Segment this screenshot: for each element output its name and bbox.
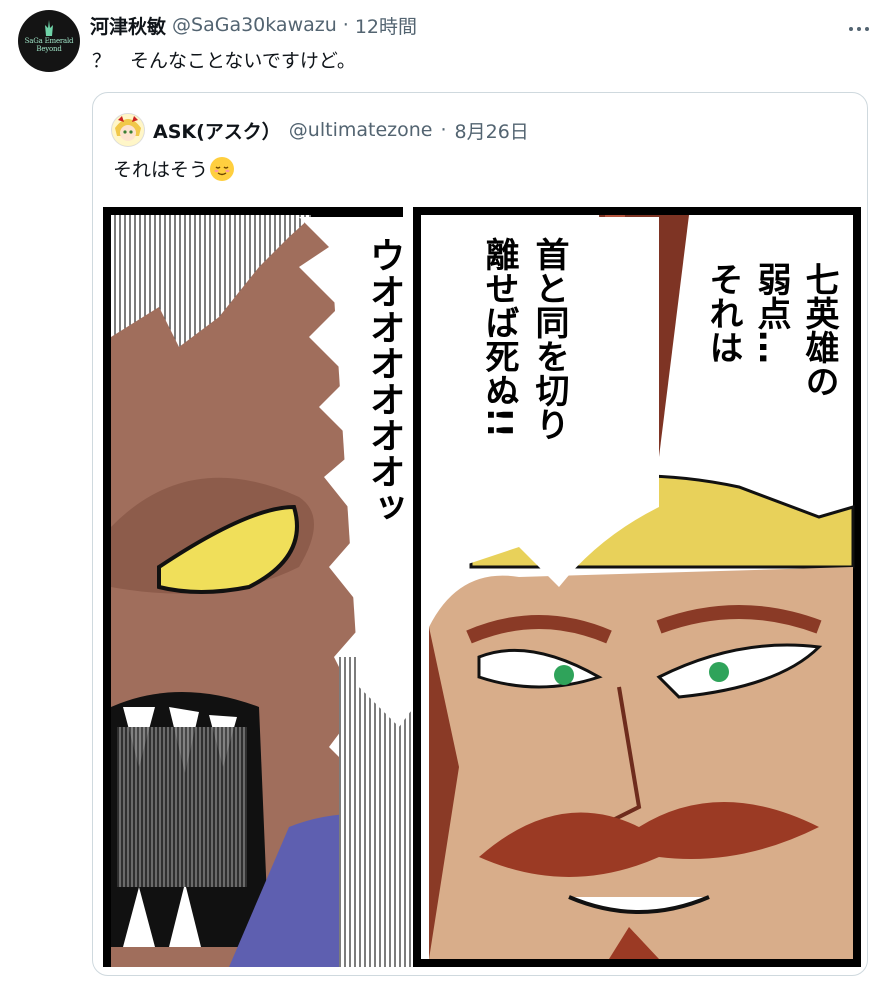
spire-logo-icon bbox=[45, 20, 53, 36]
tweet-text: ？ そんなことないですけど。 bbox=[92, 50, 356, 72]
quoted-tweet[interactable]: ASK(アスク） @ultimatezone · 8月26日 それはそう 七英雄… bbox=[92, 92, 868, 976]
user-handle[interactable]: @SaGa30kawazu bbox=[172, 14, 337, 36]
quoted-tweet-date[interactable]: 8月26日 bbox=[455, 117, 529, 144]
quoted-display-name[interactable]: ASK(アスク） bbox=[153, 117, 281, 144]
tweet-header: 河津秋敏 @SaGa30kawazu · 12時間 bbox=[90, 12, 417, 38]
quoted-text-body: それはそう bbox=[113, 159, 209, 181]
avatar-logo-text: SaGa Emerald Beyond bbox=[24, 37, 74, 53]
comic-image[interactable]: 七英雄の 弱点… それは 首と同を切り 離せば死ぬ!! ウオオオオオオッ bbox=[99, 207, 861, 967]
tweet-timestamp[interactable]: 12時間 bbox=[355, 12, 417, 39]
speech-center-line-1: 首と同を切り bbox=[529, 237, 569, 441]
speech-center-line-2: 離せば死ぬ!! bbox=[479, 237, 519, 438]
separator-dot: · bbox=[342, 14, 349, 36]
quoted-user-handle[interactable]: @ultimatezone bbox=[289, 119, 433, 141]
speech-right-line-1: 七英雄の bbox=[799, 262, 839, 398]
quoted-tweet-header: ASK(アスク） @ultimatezone · 8月26日 bbox=[111, 113, 529, 147]
separator-dot: · bbox=[440, 119, 447, 141]
anime-avatar-icon bbox=[112, 114, 144, 146]
speech-right-line-3: それは bbox=[703, 262, 743, 364]
quoted-tweet-text: それはそう bbox=[113, 155, 235, 182]
comic-illustration: 七英雄の 弱点… それは 首と同を切り 離せば死ぬ!! ウオオオオオオッ bbox=[99, 207, 861, 967]
speech-right-line-2: 弱点… bbox=[751, 262, 791, 364]
more-dots-icon bbox=[849, 27, 869, 31]
user-avatar[interactable]: SaGa Emerald Beyond bbox=[18, 10, 80, 72]
more-options-button[interactable] bbox=[848, 14, 870, 39]
speech-left-line: ウオオオオオオッ bbox=[364, 237, 405, 525]
speech-left: ウオオオオオオッ bbox=[364, 237, 405, 525]
quoted-user-avatar[interactable] bbox=[111, 113, 145, 147]
display-name[interactable]: 河津秋敏 bbox=[90, 12, 166, 39]
relieved-face-emoji-icon bbox=[210, 156, 235, 181]
